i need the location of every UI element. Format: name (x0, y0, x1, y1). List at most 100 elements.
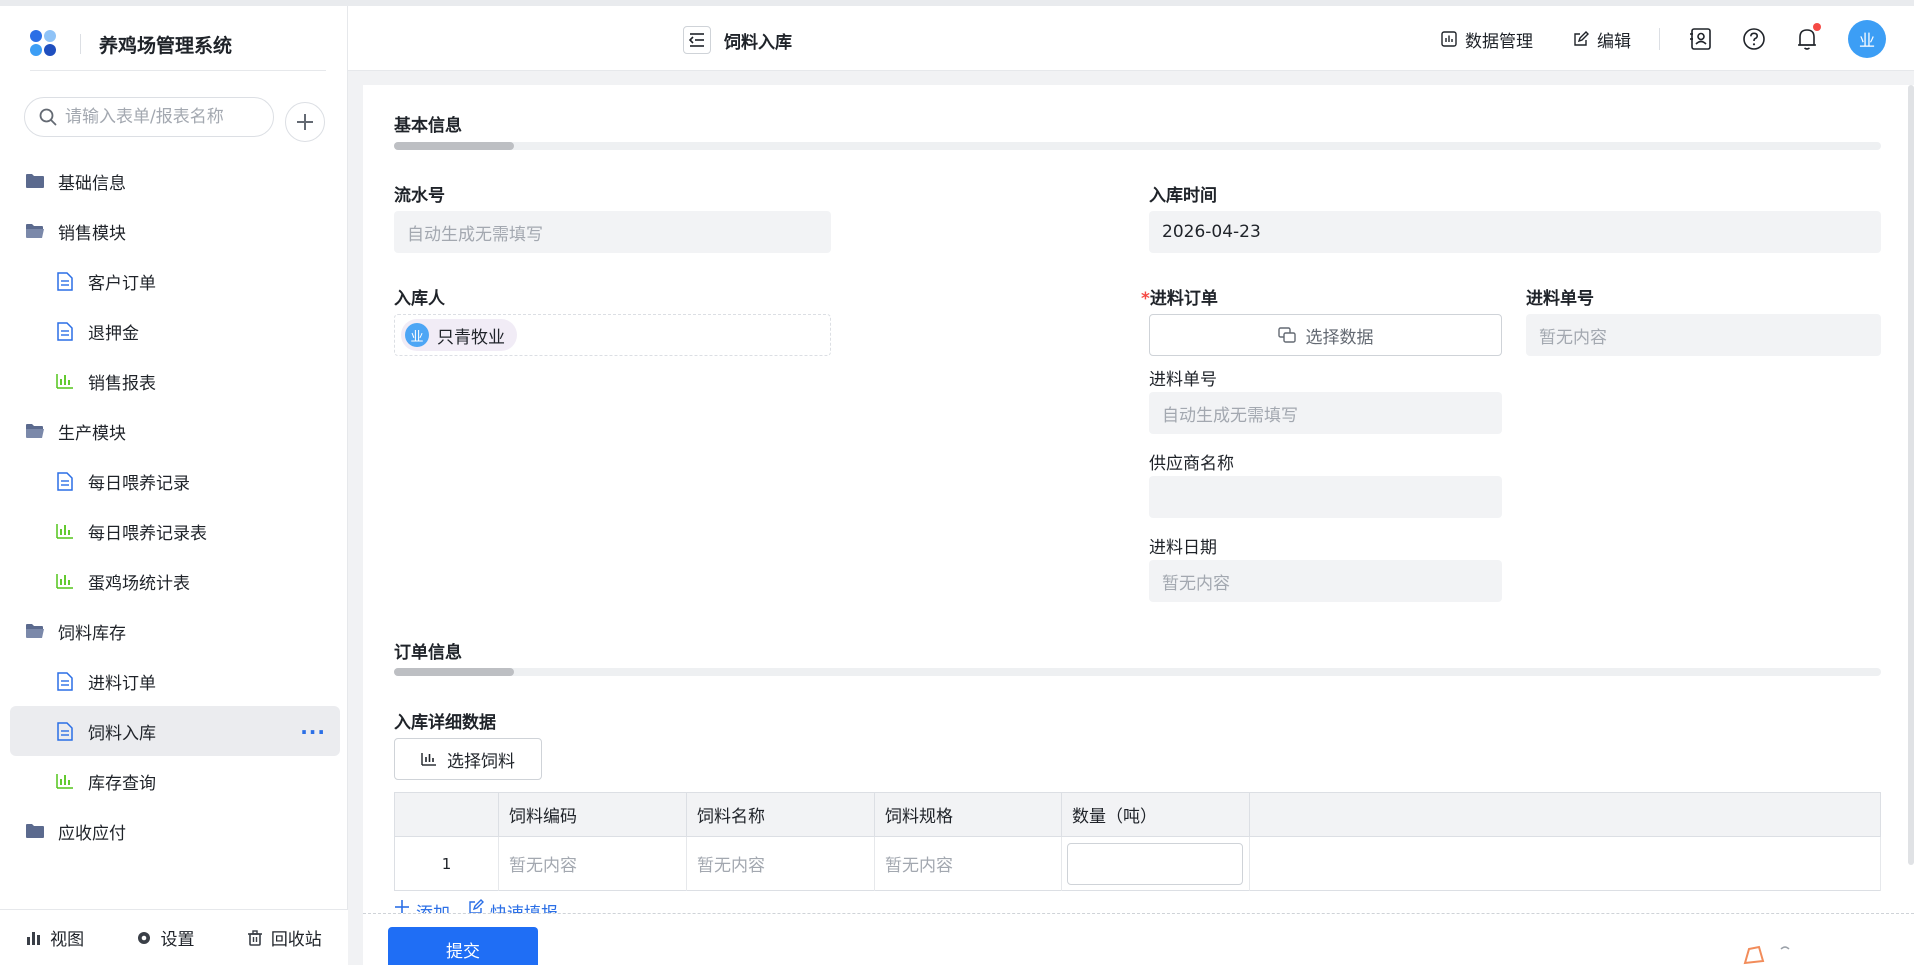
order-no-field: 暂无内容 (1526, 314, 1881, 356)
edit-button[interactable]: 编辑 (1573, 27, 1631, 52)
sidebar-item-9[interactable]: 饲料库存 (10, 606, 340, 656)
data-manage-label: 数据管理 (1465, 31, 1533, 52)
plus-icon (394, 899, 410, 913)
user-avatar[interactable]: 业 (1848, 20, 1886, 58)
add-item-button[interactable] (285, 102, 325, 142)
sidebar-item-label: 每日喂养记录表 (88, 523, 207, 544)
form-icon (54, 270, 76, 292)
add-row-link[interactable]: 添加 (416, 899, 450, 913)
notification-button[interactable] (1796, 23, 1821, 51)
sidebar-item-0[interactable]: 基础信息 (10, 156, 340, 206)
page-scrollbar[interactable] (1908, 85, 1914, 865)
edit-label: 编辑 (1597, 31, 1631, 52)
order-no-label: 进料单号 (1526, 289, 1594, 309)
sidebar-item-13[interactable]: 应收应付 (10, 806, 340, 856)
sidebar-item-12[interactable]: 库存查询 (10, 756, 340, 806)
sidebar-item-4[interactable]: 销售报表 (10, 356, 340, 406)
in-time-field[interactable]: 2026-04-23 (1149, 211, 1881, 253)
corner-logo-icon (1743, 943, 1803, 965)
sidebar-item-3[interactable]: 退押金 (10, 306, 340, 356)
cell-quantity (1061, 836, 1250, 891)
sidebar-item-6[interactable]: 每日喂养记录 (10, 456, 340, 506)
col-spacer (1249, 792, 1881, 837)
sidebar-item-8[interactable]: 蛋鸡场统计表 (10, 556, 340, 606)
sidebar-nav: 基础信息销售模块客户订单退押金销售报表生产模块每日喂养记录每日喂养记录表 蛋鸡场统… (10, 156, 340, 856)
settings-button[interactable]: 设置 (136, 925, 194, 950)
report-chart-icon (54, 570, 76, 592)
sidebar: 养鸡场管理系统 基础信息销售模块客户订单退押金销售报表生产模块每日喂养记录每日喂… (0, 6, 348, 965)
help-icon (1743, 28, 1765, 50)
sidebar-item-10[interactable]: 进料订单 (10, 656, 340, 706)
data-manage-button[interactable]: 数据管理 (1441, 27, 1533, 52)
operator-chip: 业 只青牧业 (401, 319, 517, 351)
sidebar-item-label: 基础信息 (58, 173, 126, 194)
select-feed-button[interactable]: 选择饲料 (394, 738, 542, 780)
form-icon (54, 470, 76, 492)
sidebar-item-1[interactable]: 销售模块 (10, 206, 340, 256)
supplier-field (1149, 476, 1502, 518)
trash-icon (247, 929, 263, 946)
folder-open-icon (24, 220, 46, 242)
report-chart-icon (54, 770, 76, 792)
folder-open-icon (24, 620, 46, 642)
header-separator (1659, 28, 1660, 50)
sidebar-item-label: 蛋鸡场统计表 (88, 573, 190, 594)
edit-icon (468, 899, 484, 913)
page-title: 饲料入库 (724, 33, 792, 53)
edit-icon (1573, 31, 1589, 47)
recycle-bin-button[interactable]: 回收站 (247, 925, 322, 950)
quick-fill-link[interactable]: 快速填报 (490, 899, 558, 913)
contact-card-button[interactable] (1690, 28, 1712, 50)
settings-label: 设置 (160, 930, 195, 950)
folder-open-icon (24, 420, 46, 442)
section-basic-title: 基本信息 (394, 116, 462, 136)
menu-collapse-icon (689, 33, 704, 47)
sidebar-item-label: 销售报表 (88, 373, 156, 394)
app-title: 养鸡场管理系统 (99, 34, 233, 57)
plus-icon (297, 114, 313, 130)
sidebar-item-5[interactable]: 生产模块 (10, 406, 340, 456)
col-feed-spec: 饲料规格 (874, 792, 1062, 837)
sidebar-item-label: 生产模块 (58, 423, 126, 444)
brand[interactable]: 养鸡场管理系统 (30, 24, 232, 64)
table-actions: 添加 快速填报 (394, 899, 558, 913)
sub-order-no-field: 自动生成无需填写 (1149, 392, 1502, 434)
operator-name: 只青牧业 (437, 327, 505, 348)
view-button[interactable]: 视图 (26, 925, 84, 950)
cell-feed-name: 暂无内容 (686, 836, 875, 891)
supplier-label: 供应商名称 (1149, 454, 1234, 474)
quantity-input[interactable] (1067, 842, 1243, 885)
collapse-sidebar-button[interactable] (683, 26, 711, 54)
search-input[interactable] (65, 107, 265, 127)
form-panel: 基本信息 流水号 自动生成无需填写 入库时间 2026-04-23 入库人 业 … (363, 85, 1914, 965)
report-chart-icon (54, 520, 76, 542)
sidebar-item-11[interactable]: 饲料入库 ··· (10, 706, 340, 756)
folder-icon (24, 820, 46, 842)
select-data-label: 选择数据 (1305, 327, 1374, 348)
sub-order-no-label: 进料单号 (1149, 370, 1217, 390)
sidebar-item-label: 应收应付 (58, 823, 126, 844)
operator-field[interactable]: 业 只青牧业 (394, 314, 831, 356)
search-icon (39, 108, 57, 126)
serial-field: 自动生成无需填写 (394, 211, 831, 253)
recycle-label: 回收站 (270, 930, 322, 950)
select-data-button[interactable]: 选择数据 (1149, 314, 1502, 356)
serial-label: 流水号 (394, 186, 445, 206)
operator-label: 入库人 (394, 289, 445, 309)
form-icon (54, 720, 76, 742)
bar-chart-icon (26, 930, 42, 946)
submit-button[interactable]: 提交 (388, 927, 538, 965)
more-options-icon[interactable]: ··· (300, 720, 326, 744)
search-box[interactable] (24, 97, 274, 137)
sidebar-item-7[interactable]: 每日喂养记录表 (10, 506, 340, 556)
sidebar-item-label: 客户订单 (88, 273, 156, 294)
sidebar-item-2[interactable]: 客户订单 (10, 256, 340, 306)
sidebar-item-label: 退押金 (88, 323, 139, 344)
date-field: 暂无内容 (1149, 560, 1502, 602)
order-label-text: 进料订单 (1149, 289, 1218, 309)
detail-label: 入库详细数据 (394, 713, 496, 733)
form-icon (54, 670, 76, 692)
operator-avatar: 业 (405, 323, 429, 347)
contact-card-icon (1690, 28, 1711, 50)
help-button[interactable] (1742, 27, 1766, 51)
